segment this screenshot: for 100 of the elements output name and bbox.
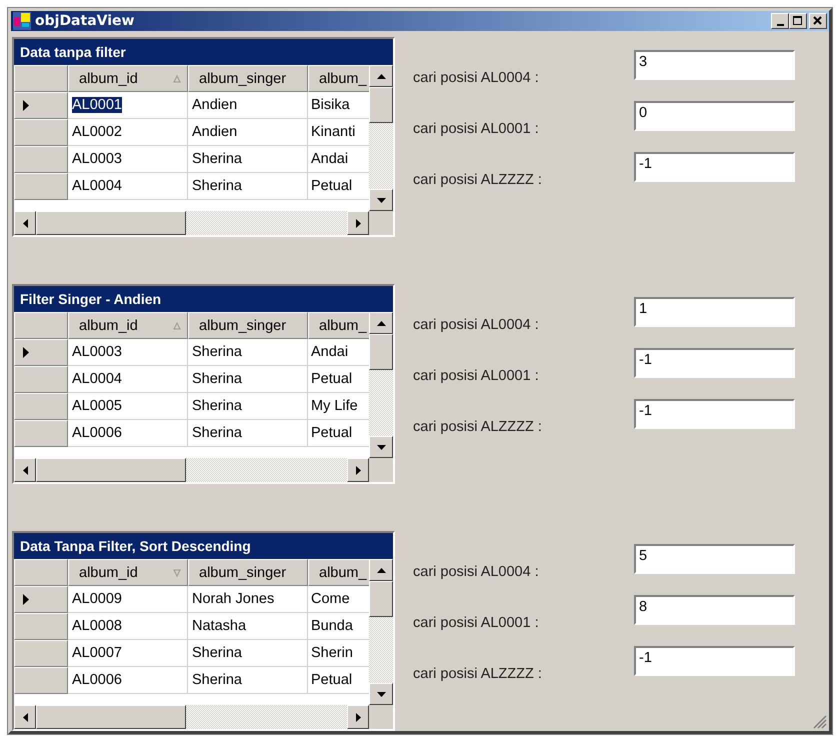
horizontal-scrollbar[interactable] [14,458,369,482]
column-header[interactable]: album_singer [188,559,308,586]
up-arrow-icon [376,320,386,326]
table-cell: AL0003 [68,146,188,173]
table-cell: Andien [188,119,308,146]
grid-caption: Data Tanpa Filter, Sort Descending [14,533,393,559]
row-header[interactable] [14,339,68,366]
table-cell: Sherina [188,667,308,694]
table-cell: Sherina [188,393,308,420]
down-arrow-icon [376,692,386,696]
column-header[interactable]: album_id [68,65,188,92]
scroll-left-button[interactable] [14,705,36,729]
scroll-down-button[interactable] [369,683,393,705]
scrollbar-corner [369,458,393,482]
window-title: objDataView [35,13,136,29]
current-row-icon [23,594,30,605]
table-cell: AL0003 [68,339,188,366]
right-arrow-icon [356,466,360,474]
current-row-icon [23,347,30,358]
left-arrow-icon [22,218,28,228]
up-arrow-icon [376,74,386,78]
row-header[interactable] [14,586,68,613]
input-field[interactable]: -1 [634,152,795,182]
field-label: cari posisi ALZZZZ : [413,419,542,435]
minimize-button[interactable] [771,13,789,29]
field-label: cari posisi ALZZZZ : [413,172,542,188]
table-cell: Norah Jones [188,586,308,613]
vertical-scrollbar[interactable] [369,65,393,211]
grid-caption: Data tanpa filter [14,39,393,65]
table-cell: AL0005 [68,393,188,420]
table-cell: AL0006 [68,667,188,694]
left-arrow-icon [22,466,28,474]
scroll-thumb[interactable] [369,87,393,123]
field-label: cari posisi AL0001 : [413,368,539,384]
input-field[interactable]: 8 [634,595,795,625]
scroll-right-button[interactable] [347,458,369,482]
scroll-left-button[interactable] [14,458,36,482]
input-field[interactable]: -1 [634,348,795,378]
input-field[interactable]: -1 [634,646,795,676]
up-arrow-icon [376,568,386,572]
scroll-thumb[interactable] [369,581,393,617]
column-header[interactable]: album_id [68,559,188,586]
input-field[interactable]: 5 [634,544,795,574]
input-field[interactable]: 1 [634,297,795,327]
maximize-button[interactable] [789,13,807,29]
down-arrow-icon [376,198,386,202]
scroll-left-button[interactable] [14,211,36,235]
table-cell: Natasha [188,613,308,640]
close-button[interactable] [809,13,827,29]
down-arrow-icon [376,444,386,450]
field-label: cari posisi ALZZZZ : [413,666,542,682]
table-cell: Sherina [188,146,308,173]
scroll-thumb[interactable] [36,211,186,235]
input-field[interactable]: 0 [634,101,795,131]
scroll-thumb[interactable] [369,334,393,370]
column-header[interactable]: album_ [308,312,369,339]
close-icon [813,16,823,26]
scroll-down-button[interactable] [369,189,393,211]
scroll-thumb[interactable] [36,458,186,482]
app-icon [13,12,31,30]
resize-grip-icon[interactable] [813,715,827,729]
column-header[interactable]: album_ [308,65,369,92]
scroll-up-button[interactable] [369,312,393,334]
table-cell: AL0001 [68,92,188,119]
column-header[interactable]: album_id [68,312,188,339]
field-label: cari posisi AL0001 : [413,615,539,631]
horizontal-scrollbar[interactable] [14,705,369,729]
horizontal-scrollbar[interactable] [14,211,369,235]
scrollbar-corner [369,211,393,235]
left-arrow-icon [22,712,28,722]
input-field[interactable]: -1 [634,399,795,429]
column-header[interactable]: album_ [308,559,369,586]
field-label: cari posisi AL0004 : [413,317,539,333]
scroll-up-button[interactable] [369,559,393,581]
table-cell: Sherina [188,366,308,393]
table-cell: AL0004 [68,173,188,200]
scroll-thumb[interactable] [36,705,186,729]
field-label: cari posisi AL0001 : [413,121,539,137]
column-header[interactable]: album_singer [188,65,308,92]
table-cell: AL0008 [68,613,188,640]
table-cell: AL0009 [68,586,188,613]
table-cell: AL0006 [68,420,188,447]
scroll-up-button[interactable] [369,65,393,87]
field-label: cari posisi AL0004 : [413,70,539,86]
current-row-icon [23,100,30,111]
vertical-scrollbar[interactable] [369,312,393,458]
grid-caption: Filter Singer - Andien [14,286,393,312]
table-cell: AL0007 [68,640,188,667]
table-cell: Sherina [188,640,308,667]
table-cell: AL0002 [68,119,188,146]
vertical-scrollbar[interactable] [369,559,393,705]
scroll-down-button[interactable] [369,436,393,458]
field-label: cari posisi AL0004 : [413,564,539,580]
table-cell: Andien [188,92,308,119]
input-field[interactable]: 3 [634,50,795,80]
scroll-right-button[interactable] [347,705,369,729]
table-cell: AL0004 [68,366,188,393]
column-header[interactable]: album_singer [188,312,308,339]
row-header[interactable] [14,92,68,119]
scroll-right-button[interactable] [347,211,369,235]
